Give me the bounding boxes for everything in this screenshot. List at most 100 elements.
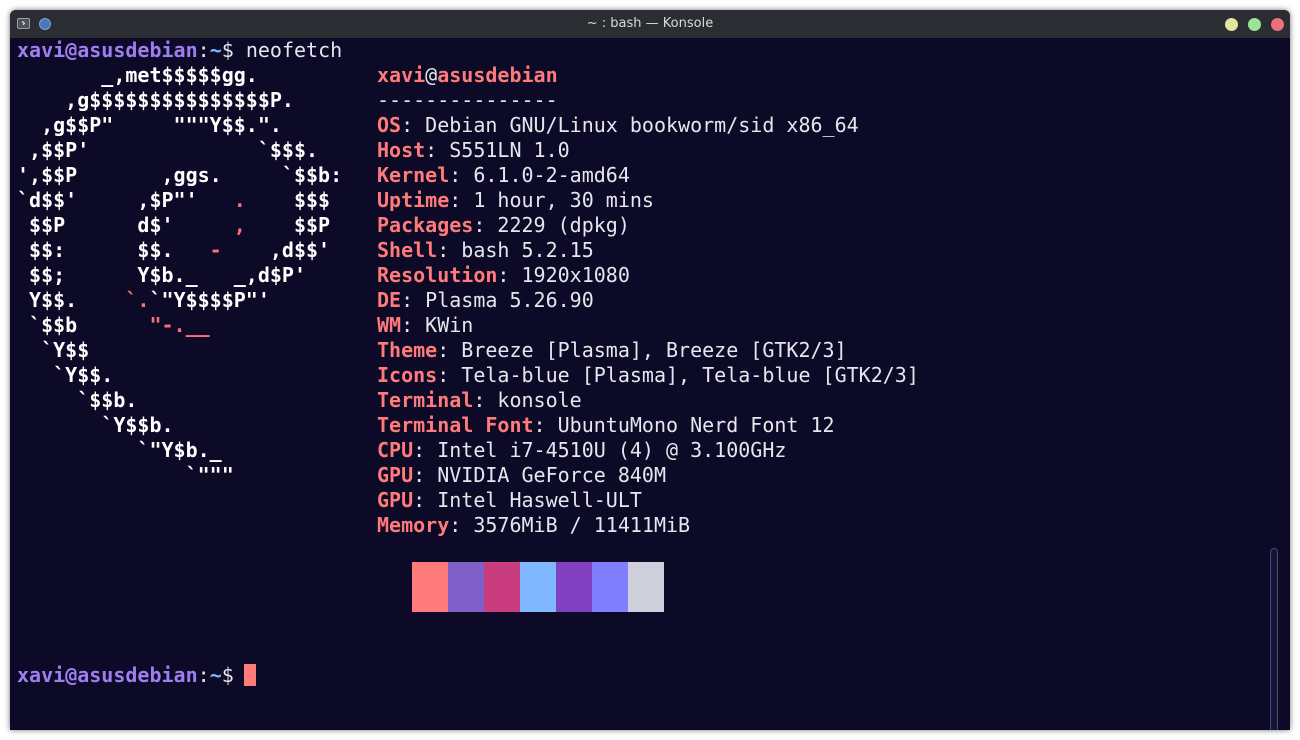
info-at: @ bbox=[425, 63, 438, 87]
info-key: Theme bbox=[377, 338, 438, 362]
logo-line: ',$$P ,ggs. `$$b: bbox=[17, 163, 342, 188]
info-value: : 6.1.0-2-amd64 bbox=[449, 163, 630, 187]
info-value: : 1920x1080 bbox=[497, 263, 630, 287]
info-row: DE: Plasma 5.26.90 bbox=[377, 288, 594, 313]
logo-accent: `. bbox=[125, 288, 150, 312]
logo-line: ,$$P' `$$$. bbox=[17, 138, 318, 163]
logo-text: _,met$$$$$gg. bbox=[17, 63, 258, 87]
logo-line: `Y$$ bbox=[17, 338, 89, 363]
logo-text: ,$$P' `$$$. bbox=[17, 138, 319, 162]
close-button[interactable] bbox=[1271, 18, 1284, 31]
info-key: Resolution bbox=[377, 263, 498, 287]
logo-text: Y$$. bbox=[17, 288, 126, 312]
prompt-user: xavi bbox=[17, 663, 66, 687]
info-value: : Intel Haswell-ULT bbox=[413, 488, 642, 512]
info-value: : NVIDIA GeForce 840M bbox=[413, 463, 666, 487]
info-row: Shell: bash 5.2.15 bbox=[377, 238, 594, 263]
logo-text: ,g$$$$$$$$$$$$$$$P. bbox=[17, 88, 294, 112]
info-key: Packages bbox=[377, 213, 474, 237]
konsole-window: ~ : bash — Konsole xavi@asusdebian:~$ ne… bbox=[10, 10, 1290, 730]
logo-line: `""" bbox=[17, 463, 234, 488]
info-value: : Plasma 5.26.90 bbox=[401, 288, 594, 312]
info-row: Terminal: konsole bbox=[377, 388, 582, 413]
logo-line: ,g$$P" """Y$$.". bbox=[17, 113, 282, 138]
logo-text: `"Y$b._ bbox=[17, 438, 222, 462]
logo-text: `d$$' ,$P"' bbox=[17, 188, 234, 212]
info-key: WM bbox=[377, 313, 402, 337]
info-row: Memory: 3576MiB / 11411MiB bbox=[377, 513, 690, 538]
terminal-area[interactable]: xavi@asusdebian:~$ neofetch _,met$$$$$gg… bbox=[10, 38, 1290, 730]
info-key: Uptime bbox=[377, 188, 450, 212]
info-key: Icons bbox=[377, 363, 438, 387]
logo-line: `Y$$b. bbox=[17, 413, 174, 438]
prompt-path: ~ bbox=[209, 663, 222, 687]
logo-text: $$: $$. bbox=[17, 238, 210, 262]
info-value: : Debian GNU/Linux bookworm/sid x86_64 bbox=[401, 113, 859, 137]
info-value: : 3576MiB / 11411MiB bbox=[449, 513, 691, 537]
info-row: GPU: Intel Haswell-ULT bbox=[377, 488, 642, 513]
prompt-at: @ bbox=[65, 38, 78, 62]
prompt-at: @ bbox=[65, 663, 78, 687]
logo-line: `$$b "-.__ bbox=[17, 313, 210, 338]
color-swatch bbox=[412, 562, 448, 612]
info-value: : 1 hour, 30 mins bbox=[449, 188, 654, 212]
logo-line: `"Y$b._ bbox=[17, 438, 222, 463]
title-bar[interactable]: ~ : bash — Konsole bbox=[10, 10, 1290, 38]
info-key: DE bbox=[377, 288, 402, 312]
info-value: : 2229 (dpkg) bbox=[473, 213, 630, 237]
color-swatch bbox=[628, 562, 664, 612]
info-row: Packages: 2229 (dpkg) bbox=[377, 213, 630, 238]
info-value: : UbuntuMono Nerd Font 12 bbox=[533, 413, 835, 437]
info-value: : bash 5.2.15 bbox=[437, 238, 594, 262]
prompt-line-active[interactable]: xavi@asusdebian:~$ bbox=[17, 663, 256, 688]
color-swatch bbox=[448, 562, 484, 612]
logo-line: $$P d$' , $$P bbox=[17, 213, 330, 238]
info-value: : Tela-blue [Plasma], Tela-blue [GTK2/3] bbox=[437, 363, 919, 387]
logo-text: ',$$P ,ggs. `$$b: bbox=[17, 163, 343, 187]
logo-text: ,d$$' bbox=[221, 238, 331, 262]
logo-line: Y$$. `.`"Y$$$$P"' bbox=[17, 288, 270, 313]
info-value: : konsole bbox=[473, 388, 582, 412]
info-row: GPU: NVIDIA GeForce 840M bbox=[377, 463, 666, 488]
color-swatch bbox=[484, 562, 520, 612]
info-value: : Intel i7-4510U (4) @ 3.100GHz bbox=[413, 438, 787, 462]
info-key: OS bbox=[377, 113, 402, 137]
info-user: xavi bbox=[377, 63, 426, 87]
info-key: CPU bbox=[377, 438, 414, 462]
info-host: asusdebian bbox=[437, 63, 558, 87]
logo-text: `Y$$ bbox=[17, 338, 90, 362]
logo-accent: - bbox=[209, 238, 222, 262]
scrollbar[interactable] bbox=[1270, 548, 1278, 730]
logo-line: `d$$' ,$P"' . $$$ bbox=[17, 188, 330, 213]
logo-line: `Y$$. bbox=[17, 363, 113, 388]
prompt-line: xavi@asusdebian:~$ neofetch bbox=[17, 38, 342, 63]
info-key: Shell bbox=[377, 238, 438, 262]
prompt-path: ~ bbox=[209, 38, 222, 62]
logo-accent: , bbox=[233, 213, 246, 237]
info-key: Host bbox=[377, 138, 426, 162]
color-swatch bbox=[592, 562, 628, 612]
info-key: GPU bbox=[377, 488, 414, 512]
logo-line: ,g$$$$$$$$$$$$$$$P. bbox=[17, 88, 294, 113]
info-row: Theme: Breeze [Plasma], Breeze [GTK2/3] bbox=[377, 338, 847, 363]
maximize-button[interactable] bbox=[1248, 18, 1261, 31]
info-row: Uptime: 1 hour, 30 mins bbox=[377, 188, 654, 213]
info-key: GPU bbox=[377, 463, 414, 487]
command-text: neofetch bbox=[233, 38, 343, 62]
info-row: CPU: Intel i7-4510U (4) @ 3.100GHz bbox=[377, 438, 786, 463]
info-value: : S551LN 1.0 bbox=[425, 138, 570, 162]
info-row: OS: Debian GNU/Linux bookworm/sid x86_64 bbox=[377, 113, 859, 138]
info-separator: --------------- bbox=[377, 88, 558, 112]
logo-text: `Y$$b. bbox=[17, 413, 174, 437]
info-key: Terminal Font bbox=[377, 413, 534, 437]
logo-text: $$P bbox=[245, 213, 331, 237]
info-row: Resolution: 1920x1080 bbox=[377, 263, 630, 288]
info-row: WM: KWin bbox=[377, 313, 473, 338]
info-value: : Breeze [Plasma], Breeze [GTK2/3] bbox=[437, 338, 847, 362]
logo-accent: . bbox=[233, 188, 246, 212]
minimize-button[interactable] bbox=[1225, 18, 1238, 31]
logo-text: $$P d$' bbox=[17, 213, 234, 237]
logo-text: `$$b bbox=[17, 313, 150, 337]
color-swatch bbox=[556, 562, 592, 612]
logo-text: $$$ bbox=[245, 188, 331, 212]
